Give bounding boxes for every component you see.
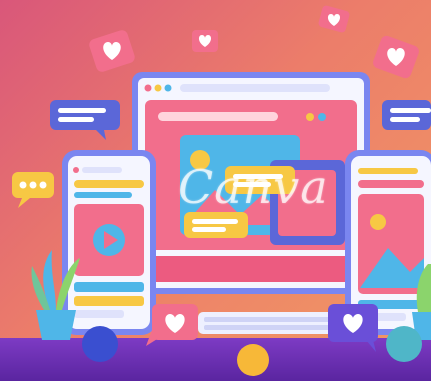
heart-icon bbox=[146, 304, 198, 346]
ellipsis-icon bbox=[12, 172, 54, 208]
floor bbox=[0, 338, 431, 381]
heart-icon bbox=[373, 35, 419, 79]
heart-icon bbox=[318, 5, 350, 33]
chat-bubble-icon bbox=[50, 100, 120, 140]
chat-bubble-icon bbox=[382, 100, 431, 130]
heart-icon bbox=[192, 30, 218, 52]
illustration-svg bbox=[0, 5, 431, 381]
keyboard bbox=[198, 312, 338, 334]
chat-bubble-icon bbox=[184, 212, 248, 238]
decorative-ball-yellow bbox=[237, 344, 269, 376]
decorative-ball-blue bbox=[82, 326, 118, 362]
chat-bubble-icon bbox=[225, 166, 295, 194]
illustration-scene: Canva bbox=[0, 0, 431, 381]
left-smartphone bbox=[62, 150, 156, 335]
heart-icon bbox=[89, 30, 135, 72]
decorative-ball-teal bbox=[386, 326, 422, 362]
